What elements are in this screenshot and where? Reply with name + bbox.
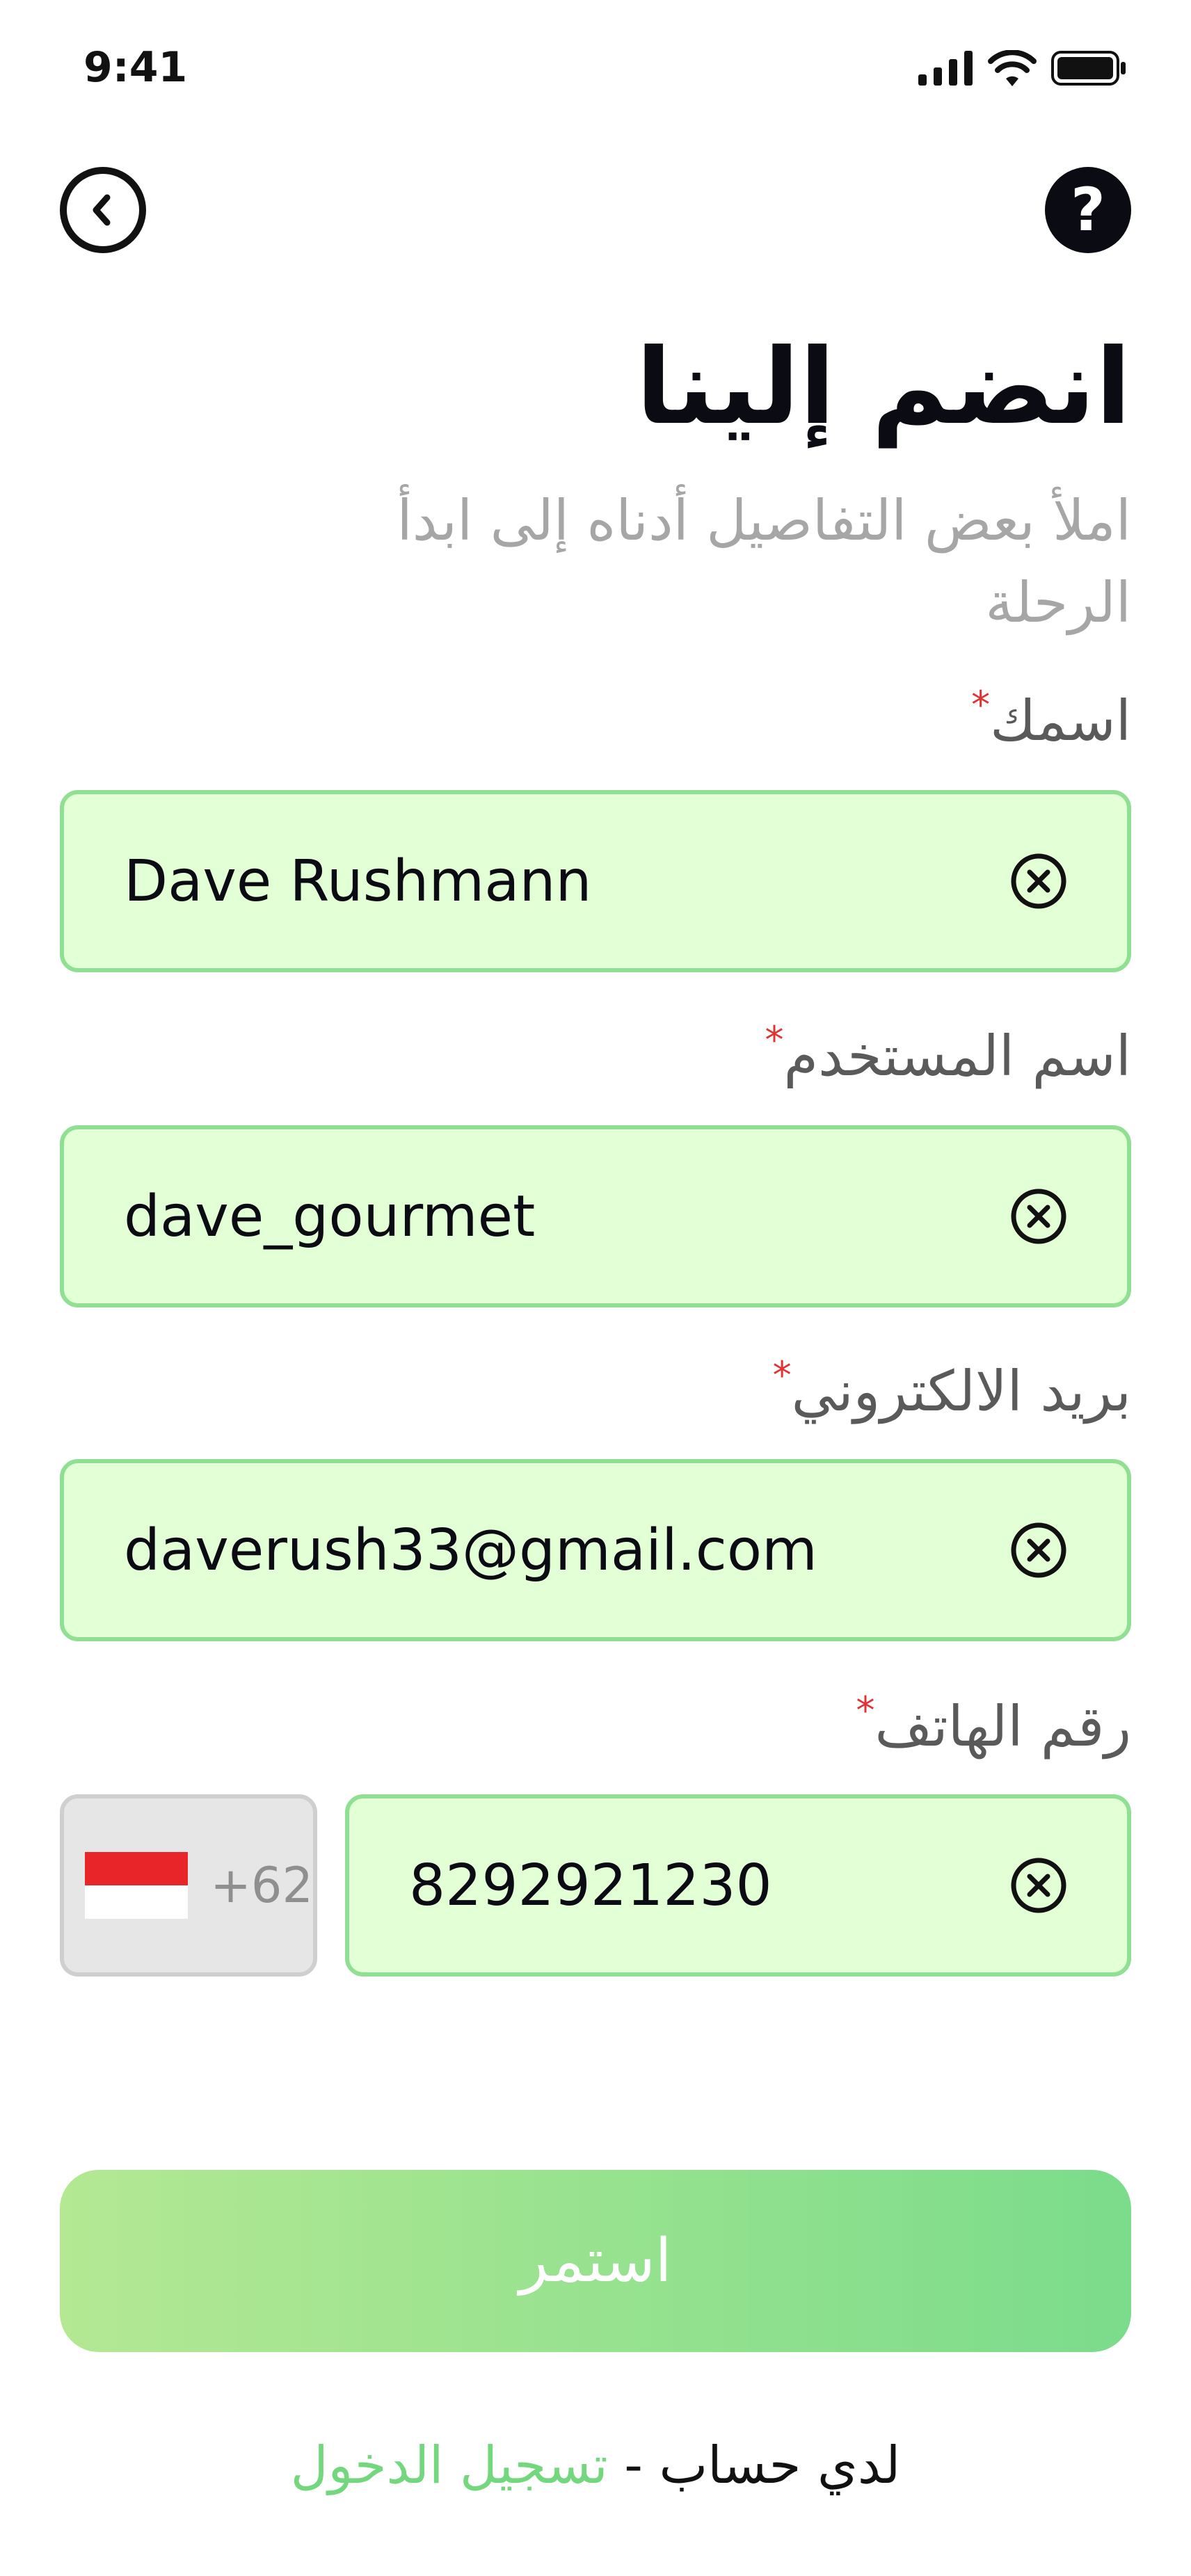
- username-label-text: اسم المستخدم: [783, 1024, 1131, 1088]
- country-code-selector[interactable]: +62: [60, 1794, 317, 1977]
- status-time: 9:41: [83, 43, 188, 92]
- have-account-text: لدي حساب: [659, 2436, 901, 2495]
- country-code: +62: [210, 1857, 313, 1914]
- continue-button[interactable]: استمر: [60, 2170, 1131, 2352]
- username-value[interactable]: dave_gourmet: [124, 1184, 1010, 1250]
- status-icons: [918, 50, 1127, 86]
- login-link[interactable]: تسجيل الدخول: [291, 2436, 608, 2495]
- email-label: بريد الالكتروني*: [773, 1353, 1131, 1424]
- clear-icon[interactable]: [1010, 1188, 1067, 1245]
- name-label-text: اسمك: [990, 689, 1131, 753]
- username-field[interactable]: dave_gourmet: [60, 1125, 1131, 1307]
- phone-field[interactable]: 8292921230: [345, 1794, 1131, 1977]
- chevron-left-icon: [93, 194, 111, 226]
- login-prompt: لدي حساب - تسجيل الدخول: [0, 2436, 1191, 2495]
- clear-icon[interactable]: [1010, 1857, 1067, 1914]
- name-field[interactable]: Dave Rushmann: [60, 790, 1131, 972]
- name-value[interactable]: Dave Rushmann: [124, 848, 1010, 915]
- back-button[interactable]: [60, 167, 146, 253]
- phone-label: رقم الهاتف*: [856, 1689, 1131, 1759]
- phone-label-text: رقم الهاتف: [874, 1694, 1131, 1759]
- required-mark: *: [765, 1018, 784, 1062]
- username-label: اسم المستخدم*: [765, 1018, 1131, 1088]
- footer-separator: -: [607, 2436, 660, 2495]
- required-mark: *: [772, 1353, 792, 1397]
- email-field[interactable]: daverush33@gmail.com: [60, 1459, 1131, 1641]
- battery-icon: [1051, 51, 1126, 86]
- signal-icon: [918, 51, 973, 86]
- help-button[interactable]: ?: [1045, 167, 1131, 253]
- wifi-icon: [988, 50, 1037, 86]
- required-mark: *: [971, 683, 991, 727]
- phone-value[interactable]: 8292921230: [409, 1853, 1010, 1919]
- continue-label: استمر: [519, 2226, 672, 2296]
- indonesia-flag-icon: [85, 1852, 189, 1919]
- help-icon: ?: [1071, 175, 1105, 245]
- name-label: اسمك*: [971, 683, 1131, 753]
- page-subtitle: املأ بعض التفاصيل أدناه إلى ابدأ الرحلة: [397, 488, 1131, 635]
- clear-icon[interactable]: [1010, 853, 1067, 910]
- email-label-text: بريد الالكتروني: [791, 1359, 1131, 1424]
- email-value[interactable]: daverush33@gmail.com: [124, 1518, 1010, 1584]
- required-mark: *: [856, 1689, 875, 1732]
- clear-icon[interactable]: [1010, 1522, 1067, 1579]
- page-title: انضم إلينا: [636, 327, 1131, 448]
